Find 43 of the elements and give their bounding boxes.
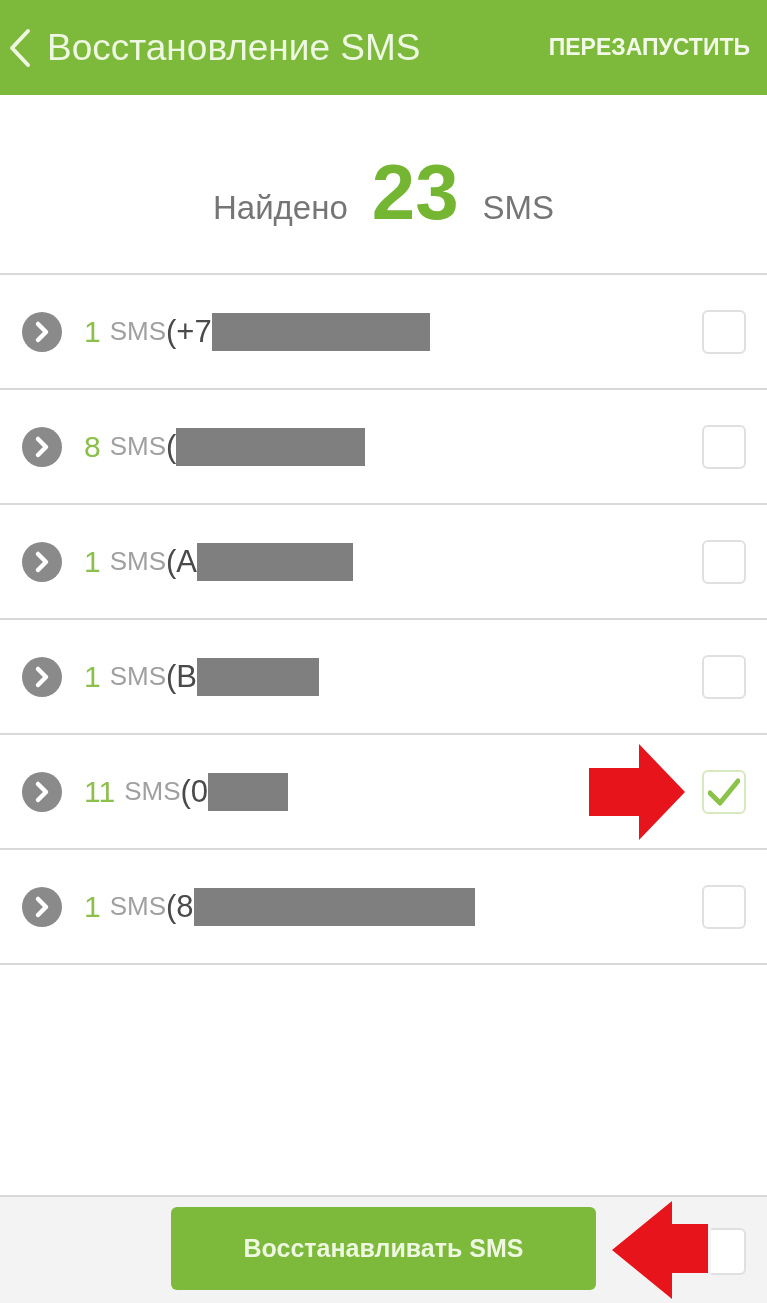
- checkbox[interactable]: [702, 424, 746, 469]
- message-count: 11: [84, 774, 116, 809]
- contact-text: (0: [180, 773, 209, 810]
- checkbox[interactable]: [711, 1228, 746, 1275]
- checkbox[interactable]: [702, 654, 746, 699]
- unit-label: SMS: [109, 431, 167, 462]
- conversation-row[interactable]: 8 SMS(: [0, 390, 767, 505]
- screen-title: Восстановление SMS: [47, 26, 421, 69]
- message-count: 1: [84, 659, 101, 694]
- conversation-row[interactable]: 1 SMS(B: [0, 620, 767, 735]
- contact-text: (B: [166, 658, 198, 695]
- unit-label: SMS: [109, 661, 167, 692]
- message-count: 8: [84, 429, 101, 464]
- conversation-row[interactable]: 1 SMS(+7: [0, 275, 767, 390]
- check-icon: [708, 777, 740, 806]
- found-label: Найдено: [212, 189, 348, 227]
- checkbox[interactable]: [702, 309, 746, 354]
- back-icon[interactable]: [8, 27, 32, 68]
- contact-text: (A: [166, 543, 198, 580]
- chevron-circle-icon[interactable]: [22, 426, 62, 467]
- message-count: 1: [84, 889, 101, 924]
- message-count: 1: [84, 544, 101, 579]
- conversation-row[interactable]: 11 SMS(0: [0, 735, 767, 850]
- chevron-circle-icon[interactable]: [22, 886, 62, 927]
- unit-label: SMS: [109, 891, 167, 922]
- checkbox[interactable]: [702, 539, 746, 584]
- chevron-circle-icon[interactable]: [22, 541, 62, 582]
- chevron-circle-icon[interactable]: [22, 771, 62, 812]
- checkbox[interactable]: [702, 769, 746, 814]
- unit-label: SMS: [109, 546, 167, 577]
- conversation-row[interactable]: 1 SMS(8: [0, 850, 767, 965]
- conversation-row[interactable]: 1 SMS(A: [0, 505, 767, 620]
- chevron-circle-icon[interactable]: [22, 656, 62, 697]
- message-count: 1: [84, 314, 101, 349]
- unit-label: SMS: [124, 776, 181, 807]
- unit-label: SMS: [482, 189, 555, 227]
- contact-text: (8: [166, 888, 194, 925]
- checkbox[interactable]: [702, 884, 746, 929]
- chevron-circle-icon[interactable]: [22, 311, 62, 352]
- unit-label: SMS: [109, 316, 167, 347]
- found-count: 23: [371, 153, 459, 231]
- contact-text: (+7: [166, 313, 212, 350]
- contact-text: (: [166, 428, 177, 465]
